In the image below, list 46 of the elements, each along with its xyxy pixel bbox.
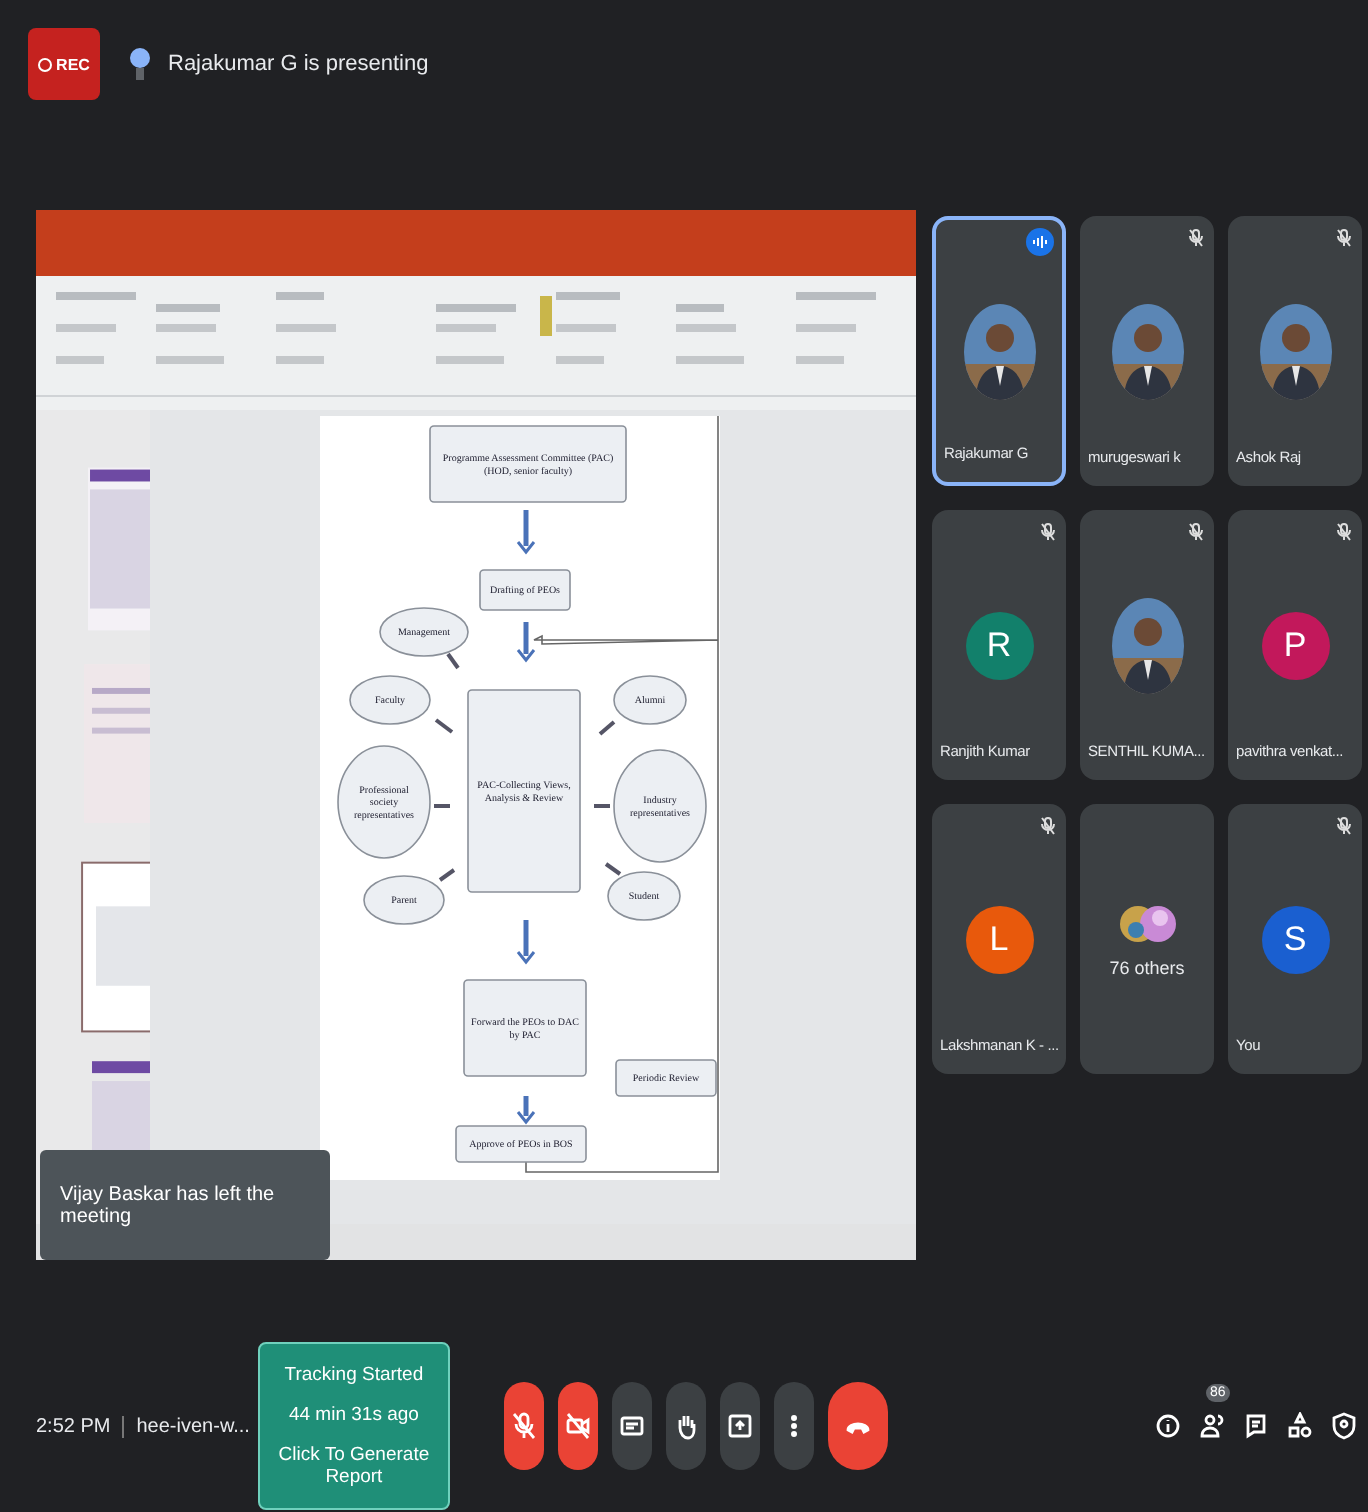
more-button[interactable] bbox=[773, 1382, 814, 1470]
mic-off-icon bbox=[511, 1412, 536, 1440]
connector-line bbox=[598, 720, 616, 736]
raise-hand-icon bbox=[673, 1412, 698, 1440]
info-button[interactable] bbox=[1156, 1412, 1180, 1440]
present-icon bbox=[727, 1412, 752, 1440]
host-button[interactable] bbox=[1332, 1412, 1356, 1440]
connector-line bbox=[438, 868, 456, 882]
down-arrow bbox=[516, 1096, 536, 1125]
hand-button[interactable] bbox=[665, 1382, 706, 1470]
chat-button[interactable] bbox=[1244, 1412, 1268, 1440]
avatar: L bbox=[965, 905, 1033, 973]
speaking-icon bbox=[1026, 228, 1054, 256]
participant-tile[interactable]: 76 others bbox=[1080, 804, 1214, 1074]
down-arrow bbox=[516, 920, 536, 965]
meeting-code: hee-iven-w... bbox=[122, 1415, 250, 1437]
avatar: S bbox=[1261, 905, 1329, 973]
present-button[interactable] bbox=[719, 1382, 760, 1470]
info-icon bbox=[1156, 1412, 1180, 1440]
connector-line bbox=[594, 804, 610, 808]
presenter-text: Rajakumar G is presenting bbox=[168, 52, 429, 76]
camera-off-icon bbox=[565, 1412, 590, 1440]
presenting-icon bbox=[128, 46, 152, 82]
down-arrow bbox=[516, 510, 536, 555]
activities-icon bbox=[1288, 1412, 1312, 1440]
captions-button[interactable] bbox=[611, 1382, 652, 1470]
recording-badge: REC bbox=[28, 28, 100, 100]
mic-button[interactable] bbox=[503, 1382, 544, 1470]
captions-icon bbox=[619, 1412, 644, 1440]
avatar: P bbox=[1261, 611, 1329, 679]
chat-icon bbox=[1244, 1412, 1268, 1440]
tracking-button[interactable]: Tracking Started 44 min 31s ago Click To Generate Report bbox=[257, 1342, 450, 1510]
others-count: 76 others bbox=[1109, 957, 1185, 977]
activities-button[interactable] bbox=[1288, 1412, 1312, 1440]
end-button[interactable] bbox=[827, 1382, 888, 1470]
notification-toast: Vijay Baskar has left the meeting bbox=[40, 1150, 330, 1260]
camera-button[interactable] bbox=[557, 1382, 598, 1470]
connector-line bbox=[434, 718, 454, 734]
shield-icon bbox=[1332, 1412, 1356, 1440]
connector-line bbox=[604, 862, 622, 876]
connector-line bbox=[446, 652, 460, 670]
connector-line bbox=[434, 804, 450, 808]
people-icon bbox=[1200, 1412, 1224, 1440]
down-arrow bbox=[516, 622, 536, 663]
avatar: R bbox=[965, 611, 1033, 679]
clock-time: 2:52 PM bbox=[36, 1415, 111, 1437]
